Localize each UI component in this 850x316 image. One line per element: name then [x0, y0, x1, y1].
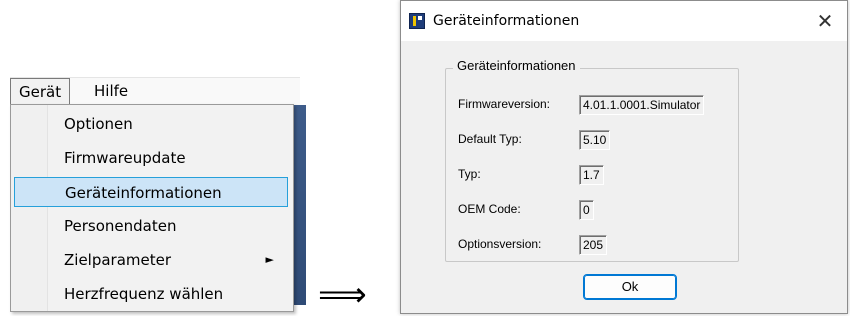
- typ-label: Typ:: [458, 167, 481, 181]
- menu-item-geraeteinformationen[interactable]: Geräteinformationen: [14, 177, 288, 207]
- device-info-dialog: Geräteinformationen ✕ Geräteinformatione…: [400, 0, 848, 314]
- menu-item-label: Optionen: [64, 115, 133, 133]
- firmwareversion-value: 4.01.1.0001.Simulator: [579, 95, 705, 115]
- geraet-dropdown-menu: Optionen Firmwareupdate Geräteinformatio…: [10, 104, 294, 312]
- menu-item-zielparameter[interactable]: Zielparameter ►: [14, 245, 288, 275]
- menu-screenshot: Gerät Hilfe Optionen Firmwareupdate Gerä…: [0, 0, 310, 316]
- dialog-titlebar[interactable]: Geräteinformationen ✕: [401, 1, 847, 41]
- menu-geraet[interactable]: Gerät: [10, 78, 71, 106]
- implies-arrow-icon: ⟹: [318, 275, 367, 315]
- submenu-arrow-icon: ►: [265, 253, 274, 266]
- typ-value: 1.7: [579, 165, 604, 185]
- menu-item-label: Geräteinformationen: [65, 184, 222, 202]
- ok-button[interactable]: Ok: [583, 274, 677, 300]
- optionsversion-label: Optionsversion:: [458, 237, 542, 251]
- oem-code-label: OEM Code:: [458, 202, 521, 216]
- default-typ-value: 5.10: [579, 130, 611, 150]
- groupbox-title: Geräteinformationen: [453, 58, 580, 73]
- menu-item-label: Firmwareupdate: [64, 149, 186, 167]
- menu-item-firmwareupdate[interactable]: Firmwareupdate: [14, 143, 288, 173]
- menu-item-optionen[interactable]: Optionen: [14, 109, 288, 139]
- menubar: Gerät Hilfe: [10, 77, 300, 106]
- menu-item-label: Zielparameter: [64, 251, 172, 269]
- firmwareversion-label: Firmwareversion:: [458, 97, 551, 111]
- app-icon: [409, 13, 425, 29]
- menu-item-herzfrequenz-waehlen[interactable]: Herzfrequenz wählen: [14, 279, 288, 309]
- menu-item-label: Herzfrequenz wählen: [64, 285, 224, 303]
- default-typ-label: Default Typ:: [458, 132, 522, 146]
- menu-hilfe[interactable]: Hilfe: [86, 78, 136, 105]
- menu-item-label: Personendaten: [64, 217, 177, 235]
- menu-item-personendaten[interactable]: Personendaten: [14, 211, 288, 241]
- close-icon[interactable]: ✕: [803, 1, 847, 41]
- oem-code-value: 0: [579, 200, 594, 220]
- dialog-title: Geräteinformationen: [433, 13, 580, 29]
- app-background-strip: [292, 105, 306, 305]
- optionsversion-value: 205: [579, 235, 608, 255]
